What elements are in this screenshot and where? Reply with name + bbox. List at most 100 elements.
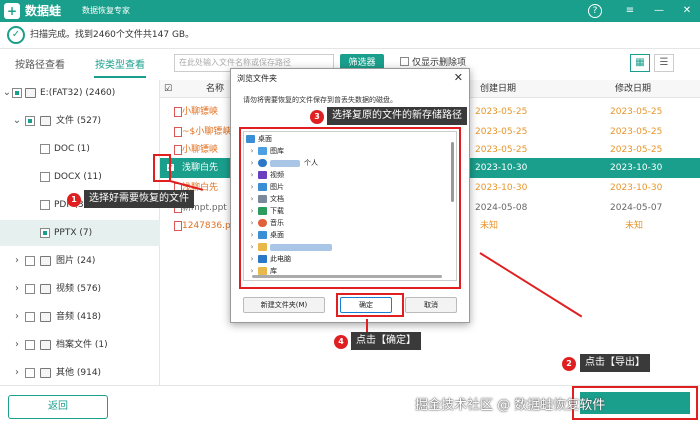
callout-step1: 选择好需要恢复的文件: [84, 190, 194, 208]
modified-date: 2023-10-30: [610, 163, 663, 173]
tree-checkbox[interactable]: [40, 228, 50, 238]
step-badge: 3: [310, 110, 324, 124]
tree-item-label: 其他 (914): [56, 368, 102, 378]
minimize-icon[interactable]: —: [652, 4, 666, 18]
tree-item-label: 音频 (418): [56, 312, 102, 322]
tree-item-images[interactable]: › 图片 (24): [0, 248, 160, 274]
tree-checkbox[interactable]: [40, 200, 50, 210]
tab-by-type[interactable]: 按类型查看: [80, 54, 160, 78]
dialog-title: 浏览文件夹: [237, 74, 277, 83]
tree-item-label: PPTX (7): [54, 228, 93, 238]
modified-date: 2023-10-30: [610, 183, 663, 193]
ppt-file-icon: [174, 221, 182, 231]
check-circle-icon: ✓: [7, 26, 25, 44]
tree-item-label: 视频 (576): [56, 284, 102, 294]
step-badge: 1: [67, 193, 81, 207]
close-icon[interactable]: ✕: [680, 4, 694, 18]
column-created[interactable]: 创建日期: [480, 80, 516, 98]
tree-checkbox[interactable]: [12, 88, 22, 98]
tree-checkbox[interactable]: [25, 284, 35, 294]
tree-checkbox[interactable]: [25, 256, 35, 266]
created-date: 2023-10-30: [475, 163, 528, 173]
annotation-box-folder: [239, 127, 461, 289]
document-icon: [40, 116, 51, 126]
cancel-button[interactable]: 取消: [405, 297, 457, 313]
file-name: 1247836.p: [182, 221, 231, 231]
scan-status-text: 扫描完成。找到2460个文件共147 GB。: [30, 30, 195, 40]
modified-date: 2023-05-25: [610, 127, 663, 137]
tree-item-pptx[interactable]: PPTX (7): [0, 220, 160, 246]
tree-item-docx[interactable]: DOCX (11): [0, 164, 160, 190]
modified-date: 2023-05-25: [610, 145, 663, 155]
step-badge: 4: [334, 335, 348, 349]
tree-item-label: DOC (1): [54, 144, 90, 154]
created-date: 2023-10-30: [475, 183, 528, 193]
ppt-file-icon: [174, 107, 182, 117]
callout-step2: 点击【导出】: [580, 354, 650, 372]
column-modified[interactable]: 修改日期: [615, 80, 651, 98]
modified-date: 2024-05-07: [610, 203, 663, 213]
chevron-down-icon[interactable]: ⌄: [12, 108, 22, 134]
chevron-right-icon[interactable]: ›: [12, 332, 22, 358]
drive-icon: [25, 88, 36, 98]
tree-item-drive[interactable]: ⌄ E:(FAT32) (2460): [0, 80, 160, 106]
chevron-right-icon[interactable]: ›: [12, 304, 22, 330]
grid-view-icon[interactable]: ▦: [630, 54, 650, 72]
tree-item-label: DOCX (11): [54, 172, 102, 182]
tree-item-doc[interactable]: DOC (1): [0, 136, 160, 162]
ppt-file-icon: [174, 145, 182, 155]
list-view-icon[interactable]: ☰: [654, 54, 674, 72]
chevron-right-icon[interactable]: ›: [12, 248, 22, 274]
ppt-file-icon: [174, 127, 182, 137]
bottom-bar: 返回 掘金技术社区 @ 数据蛙恢复软件: [0, 385, 700, 426]
tree-item-label: 档案文件 (1): [56, 340, 108, 350]
chevron-down-icon[interactable]: ⌄: [2, 80, 12, 106]
view-tabs: 按路径查看 按类型查看: [0, 54, 160, 78]
menu-icon[interactable]: ≡: [623, 4, 637, 18]
tree-item-videos[interactable]: › 视频 (576): [0, 276, 160, 302]
only-deleted-label: 仅显示删除项: [412, 58, 467, 68]
file-name: 小聊镖峡: [182, 145, 219, 155]
new-folder-button[interactable]: 新建文件夹(M): [243, 297, 325, 313]
file-name: 小聊镖峡: [182, 107, 219, 117]
tree-item-label: 文件 (527): [56, 116, 102, 126]
created-date: 未知: [480, 221, 499, 231]
close-icon[interactable]: ✕: [454, 71, 463, 85]
folder-icon: [40, 368, 51, 378]
dialog-prompt: 请勿将需要恢复的文件保存到曾丢失数据的磁盘。: [243, 96, 397, 104]
created-date: 2024-05-08: [475, 203, 528, 213]
checkbox-icon[interactable]: [400, 57, 409, 66]
watermark: 掘金技术社区 @ 数据蛙恢复软件: [415, 398, 606, 413]
tab-by-path[interactable]: 按路径查看: [0, 54, 80, 78]
app-window: + 数据蛙 数据恢复专家 ? ≡ — ✕ ✓ 扫描完成。找到2460个文件共14…: [0, 0, 700, 426]
title-bar: + 数据蛙 数据恢复专家 ? ≡ — ✕: [0, 0, 700, 22]
chevron-right-icon[interactable]: ›: [12, 360, 22, 386]
chevron-right-icon[interactable]: ›: [12, 276, 22, 302]
annotation-box-ok: [336, 293, 404, 317]
step-badge: 2: [562, 357, 576, 371]
select-all-checkbox[interactable]: ☑: [164, 80, 172, 98]
audio-icon: [40, 312, 51, 322]
created-date: 2023-05-25: [475, 127, 528, 137]
tree-checkbox[interactable]: [25, 312, 35, 322]
help-icon[interactable]: ?: [588, 4, 602, 18]
app-subtitle: 数据恢复专家: [82, 6, 130, 15]
archive-icon: [40, 340, 51, 350]
tree-item-other[interactable]: › 其他 (914): [0, 360, 160, 386]
back-button[interactable]: 返回: [8, 395, 108, 419]
tree-item-archives[interactable]: › 档案文件 (1): [0, 332, 160, 358]
tree-checkbox[interactable]: [25, 340, 35, 350]
tree-item-audio[interactable]: › 音频 (418): [0, 304, 160, 330]
logo-icon: +: [4, 3, 20, 19]
tree-checkbox[interactable]: [40, 172, 50, 182]
column-name[interactable]: 名称: [206, 80, 224, 98]
tree-checkbox[interactable]: [40, 144, 50, 154]
callout-step4: 点击【确定】: [351, 332, 421, 350]
tree-checkbox[interactable]: [25, 116, 35, 126]
callout-step3: 选择复原的文件的新存储路径: [327, 107, 467, 125]
file-name: ~$小聊镖峡: [182, 127, 232, 137]
image-icon: [40, 256, 51, 266]
tree-checkbox[interactable]: [25, 368, 35, 378]
tree-item-label: 图片 (24): [56, 256, 96, 266]
tree-item-documents[interactable]: ⌄ 文件 (527): [0, 108, 160, 134]
